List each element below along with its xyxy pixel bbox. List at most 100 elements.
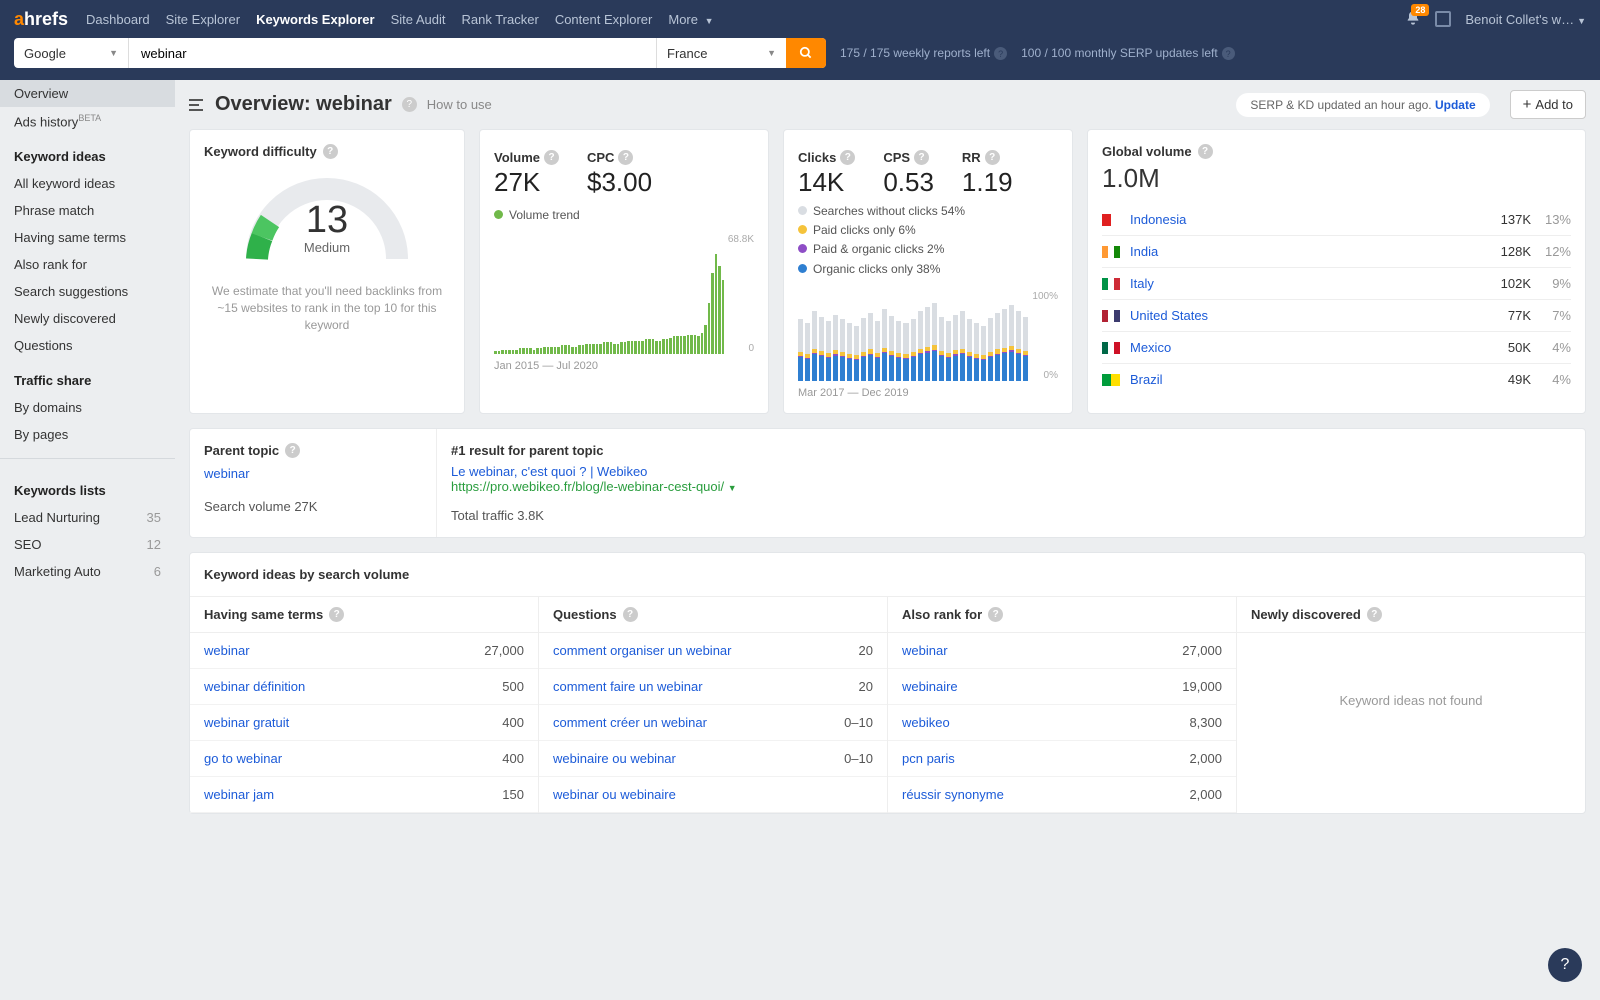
flag-icon (1102, 246, 1120, 258)
result1-url[interactable]: https://pro.webikeo.fr/blog/le-webinar-c… (451, 479, 724, 494)
ki-col-head: Also rank for? (888, 597, 1236, 633)
nav-keywords-explorer[interactable]: Keywords Explorer (256, 2, 375, 37)
notif-badge: 28 (1411, 4, 1429, 16)
gv-row: Indonesia137K13% (1102, 204, 1571, 235)
gv-country-link[interactable]: India (1130, 244, 1481, 259)
gv-country-link[interactable]: United States (1130, 308, 1481, 323)
how-to-use-link[interactable]: How to use (427, 97, 492, 112)
sidebar-list-item[interactable]: Marketing Auto6 (0, 558, 175, 585)
sidebar-item[interactable]: All keyword ideas (0, 170, 175, 197)
sidebar-list-item[interactable]: SEO12 (0, 531, 175, 558)
legend-item: Searches without clicks 54% (798, 202, 1058, 221)
ki-keyword-link[interactable]: go to webinar (204, 751, 282, 766)
ki-keyword-link[interactable]: pcn paris (902, 751, 955, 766)
legend-item: Paid & organic clicks 2% (798, 240, 1058, 259)
gv-country-link[interactable]: Indonesia (1130, 212, 1481, 227)
ki-keyword-link[interactable]: webikeo (902, 715, 950, 730)
flag-icon (1102, 278, 1120, 290)
ki-keyword-link[interactable]: webinar (204, 643, 250, 658)
ki-item: webinaire19,000 (888, 669, 1236, 705)
ki-item: pcn paris2,000 (888, 741, 1236, 777)
legend-item: Organic clicks only 38% (798, 260, 1058, 279)
account-menu[interactable]: Benoit Collet's w…▼ (1465, 12, 1586, 27)
nav-site-explorer[interactable]: Site Explorer (166, 2, 240, 37)
help-icon[interactable]: ? (1367, 607, 1382, 622)
gv-row: Mexico50K4% (1102, 331, 1571, 363)
ki-keyword-link[interactable]: comment créer un webinar (553, 715, 707, 730)
help-fab[interactable]: ? (1548, 948, 1582, 982)
help-icon[interactable]: ? (623, 607, 638, 622)
top-nav: Dashboard Site Explorer Keywords Explorer S… (86, 2, 1405, 37)
volume-value: 27K (494, 167, 559, 198)
search-engine-select[interactable]: Google▼ (14, 38, 129, 68)
ki-keyword-link[interactable]: webinar définition (204, 679, 305, 694)
logo[interactable]: ahrefs (14, 9, 68, 30)
ki-keyword-link[interactable]: comment organiser un webinar (553, 643, 731, 658)
sidebar-item[interactable]: Having same terms (0, 224, 175, 251)
menu-icon[interactable] (189, 98, 205, 112)
ki-keyword-link[interactable]: réussir synonyme (902, 787, 1004, 802)
ki-keyword-link[interactable]: webinar jam (204, 787, 274, 802)
sidebar-ads-history[interactable]: Ads historyBETA (0, 107, 175, 135)
nav-more[interactable]: More ▼ (668, 2, 713, 37)
sidebar-item[interactable]: Phrase match (0, 197, 175, 224)
flag-icon (1102, 342, 1120, 354)
search-button[interactable] (786, 38, 826, 68)
nav-rank-tracker[interactable]: Rank Tracker (462, 2, 539, 37)
gv-country-link[interactable]: Brazil (1130, 372, 1481, 387)
help-icon[interactable]: ? (323, 144, 338, 159)
add-to-button[interactable]: +Add to (1510, 90, 1586, 119)
nav-dashboard[interactable]: Dashboard (86, 2, 150, 37)
ki-keyword-link[interactable]: webinar gratuit (204, 715, 289, 730)
gv-country-link[interactable]: Italy (1130, 276, 1481, 291)
sidebar-item[interactable]: Search suggestions (0, 278, 175, 305)
help-icon[interactable]: ? (285, 443, 300, 458)
app-switcher-icon[interactable] (1435, 11, 1451, 27)
ki-keyword-link[interactable]: comment faire un webinar (553, 679, 703, 694)
ki-keyword-link[interactable]: webinaire (902, 679, 958, 694)
help-icon[interactable]: ? (618, 150, 633, 165)
ki-item: webinaire ou webinar0–10 (539, 741, 887, 777)
help-icon[interactable]: ? (544, 150, 559, 165)
kd-label: Medium (204, 240, 450, 255)
nav-content-explorer[interactable]: Content Explorer (555, 2, 653, 37)
rr-value: 1.19 (962, 167, 1013, 198)
notifications-icon[interactable]: 28 (1405, 10, 1421, 29)
sidebar-list-item[interactable]: Lead Nurturing35 (0, 504, 175, 531)
nav-site-audit[interactable]: Site Audit (391, 2, 446, 37)
sidebar-item[interactable]: Questions (0, 332, 175, 359)
result1-title-link[interactable]: Le webinar, c'est quoi ? | Webikeo (451, 464, 647, 479)
ki-keyword-link[interactable]: webinar ou webinaire (553, 787, 676, 802)
sidebar-head-traffic: Traffic share (0, 359, 175, 394)
ki-keyword-link[interactable]: webinar (902, 643, 948, 658)
serp-update-pill: SERP & KD updated an hour ago. Update (1236, 93, 1489, 117)
gv-row: Italy102K9% (1102, 267, 1571, 299)
sidebar-item[interactable]: Newly discovered (0, 305, 175, 332)
sidebar-item[interactable]: Also rank for (0, 251, 175, 278)
sidebar-item[interactable]: By domains (0, 394, 175, 421)
panel-parent-topic: Parent topic? webinar Search volume 27K … (189, 428, 1586, 538)
card-global-volume: Global volume? 1.0M Indonesia137K13%Indi… (1087, 129, 1586, 414)
help-icon[interactable]: ? (840, 150, 855, 165)
card-clicks: Clicks?14K CPS?0.53 RR?1.19 Searches wit… (783, 129, 1073, 414)
legend-item: Paid clicks only 6% (798, 221, 1058, 240)
sidebar-overview[interactable]: Overview (0, 80, 175, 107)
sidebar-item[interactable]: By pages (0, 421, 175, 448)
help-icon[interactable]: ? (402, 97, 417, 112)
country-select[interactable]: France▼ (656, 38, 786, 68)
serp-update-link[interactable]: Update (1435, 98, 1476, 112)
gv-row: India128K12% (1102, 235, 1571, 267)
parent-topic-link[interactable]: webinar (204, 466, 422, 481)
ki-empty: Keyword ideas not found (1237, 633, 1585, 768)
sidebar-head-ideas: Keyword ideas (0, 135, 175, 170)
help-icon[interactable]: ? (914, 150, 929, 165)
help-icon[interactable]: ? (988, 607, 1003, 622)
card-volume: Volume?27K CPC?$3.00 Volume trend 68.8K … (479, 129, 769, 414)
help-icon[interactable]: ? (1198, 144, 1213, 159)
keyword-input[interactable] (129, 38, 656, 68)
help-icon[interactable]: ? (329, 607, 344, 622)
parent-search-volume: Search volume 27K (204, 499, 422, 514)
gv-country-link[interactable]: Mexico (1130, 340, 1481, 355)
ki-keyword-link[interactable]: webinaire ou webinar (553, 751, 676, 766)
help-icon[interactable]: ? (985, 150, 1000, 165)
